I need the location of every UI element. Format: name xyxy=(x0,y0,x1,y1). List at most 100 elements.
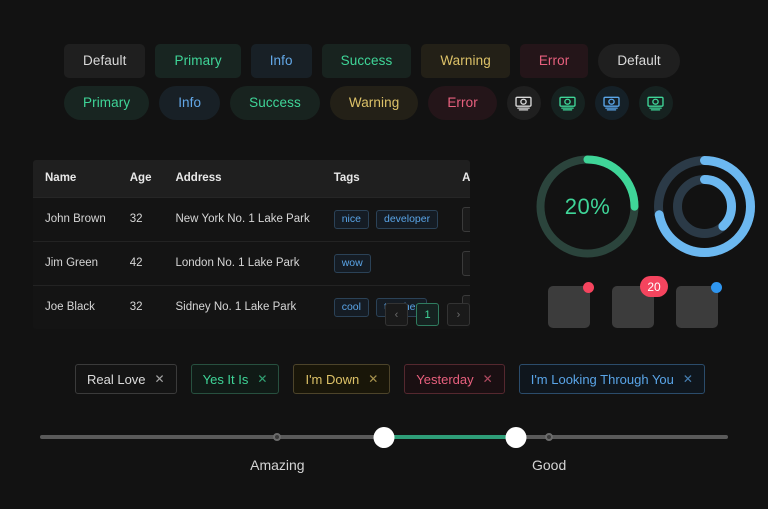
badge-area: 20 xyxy=(548,276,722,328)
button-label: Error xyxy=(447,95,478,111)
cell-age: 32 xyxy=(117,197,164,242)
slider-handle-0[interactable] xyxy=(373,427,395,448)
cell-address: London No. 1 Lake Park xyxy=(163,241,322,286)
circle-progress-dashboard xyxy=(648,150,761,263)
badge-placeholder-box xyxy=(548,286,590,328)
pill-button-info-1[interactable]: Info xyxy=(159,86,221,120)
cell-tags: nice developer xyxy=(321,197,451,242)
pill-button-error-4[interactable]: Error xyxy=(428,86,497,120)
slider-mark-label-1: Good xyxy=(531,457,567,473)
closable-tag-4[interactable]: I'm Looking Through You ✕ xyxy=(518,364,705,394)
tag-wow[interactable]: wow xyxy=(333,253,371,273)
icon-button-money-3[interactable] xyxy=(638,86,673,120)
cell-address: New York No. 1 Lake Park xyxy=(163,197,322,242)
icon-button-money-2[interactable] xyxy=(594,86,629,120)
slider-handle-1[interactable] xyxy=(505,427,527,448)
closable-tag-label: Real Love xyxy=(87,371,146,387)
closable-tag-0[interactable]: Real Love ✕ xyxy=(75,364,177,394)
button-success-3[interactable]: Success xyxy=(321,44,412,78)
tag-developer[interactable]: developer xyxy=(375,209,439,229)
button-primary-1[interactable]: Primary xyxy=(155,44,241,78)
column-header-tags: Tags xyxy=(321,160,451,198)
tag-list: wow xyxy=(333,253,438,273)
button-info-2[interactable]: Info xyxy=(250,44,312,78)
button-label: Default xyxy=(83,53,127,69)
icon-button-money-1[interactable] xyxy=(550,86,585,120)
close-icon[interactable]: ✕ xyxy=(483,373,493,385)
button-row-round: Primary Info Success Warning Error xyxy=(64,86,673,120)
button-label: Info xyxy=(178,95,202,111)
money-icon xyxy=(603,96,620,111)
column-header-address: Address xyxy=(163,160,322,198)
badge-placeholder-box xyxy=(676,286,718,328)
table-row: Jim Green42London No. 1 Lake Park wow Send… xyxy=(33,241,470,286)
pagination-prev-button[interactable]: ‹ xyxy=(385,303,408,326)
closable-tag-2[interactable]: I'm Down ✕ xyxy=(293,364,391,394)
money-icon xyxy=(515,96,532,111)
button-label: Primary xyxy=(174,53,222,69)
slider-mark-label-0: Amazing xyxy=(250,457,305,473)
button-label: Primary xyxy=(83,95,131,111)
closable-tag-label: Yesterday xyxy=(416,371,474,387)
button-label: Success xyxy=(340,53,393,69)
status-badge-count: 20 xyxy=(640,276,668,297)
app-surface: Default Primary Info Success Warning Error Def… xyxy=(0,0,768,509)
cell-name: John Brown xyxy=(33,197,118,242)
progress-area: 20% xyxy=(525,150,755,268)
cell-action: Send Email xyxy=(450,197,470,242)
icon-button-money-0[interactable] xyxy=(506,86,541,120)
closable-tag-3[interactable]: Yesterday ✕ xyxy=(404,364,505,394)
button-label: Error xyxy=(538,53,570,69)
table-header-row: Name Age Address Tags Action xyxy=(33,160,470,198)
closable-tag-label: I'm Looking Through You xyxy=(530,371,674,387)
pagination: ‹ 1 › xyxy=(33,303,470,326)
button-warning-4[interactable]: Warning xyxy=(421,44,510,78)
close-icon[interactable]: ✕ xyxy=(368,373,378,385)
table-header: Name Age Address Tags Action xyxy=(33,160,470,198)
status-badge-dot xyxy=(583,282,594,293)
column-header-age: Age xyxy=(117,160,164,198)
close-icon[interactable]: ✕ xyxy=(155,373,165,385)
button-label: Info xyxy=(269,53,293,69)
pagination-next-button[interactable]: › xyxy=(447,303,470,326)
tag-nice[interactable]: nice xyxy=(333,209,369,229)
cell-action: Send Email xyxy=(450,241,470,286)
pill-button-warning-3[interactable]: Warning xyxy=(329,86,419,120)
button-row-square: Default Primary Info Success Warning Error Def… xyxy=(64,44,680,78)
column-header-name: Name xyxy=(33,160,118,198)
button-default-0[interactable]: Default xyxy=(64,44,146,78)
closable-tag-label: Yes It Is xyxy=(202,371,249,387)
badge-item-1[interactable]: 20 xyxy=(612,276,668,328)
cell-name: Jim Green xyxy=(33,241,118,286)
slider-mark-1[interactable] xyxy=(545,433,554,441)
close-icon[interactable]: ✕ xyxy=(683,373,693,385)
closable-tag-row: Real Love ✕ Yes It Is ✕ I'm Down ✕ Yesterday ✕ I… xyxy=(75,364,705,394)
closable-tag-label: I'm Down xyxy=(305,371,360,387)
status-badge-dot xyxy=(711,282,722,293)
button-error-5[interactable]: Error xyxy=(519,44,589,78)
column-header-action: Action xyxy=(450,160,470,198)
money-icon xyxy=(559,96,576,111)
send-email-button[interactable]: Send Email xyxy=(462,250,470,276)
progress-percent-label: 20% xyxy=(564,193,611,219)
table-row: John Brown 32 New York No. 1 Lake Park nice… xyxy=(33,197,470,242)
button-label: Warning xyxy=(348,95,400,111)
slider-mark-0[interactable] xyxy=(273,433,282,441)
pill-button-primary-0[interactable]: Primary xyxy=(64,86,150,120)
cell-tags: wow xyxy=(321,241,451,286)
button-label: Success xyxy=(249,95,301,111)
close-icon[interactable]: ✕ xyxy=(257,373,267,385)
send-email-button[interactable]: Send Email xyxy=(462,206,470,232)
range-slider[interactable]: Amazing Good xyxy=(40,425,728,485)
tag-list: nice developer xyxy=(333,209,439,229)
badge-item-2[interactable] xyxy=(676,282,722,328)
button-default-6[interactable]: Default xyxy=(598,44,680,78)
closable-tag-1[interactable]: Yes It Is ✕ xyxy=(190,364,280,394)
pagination-page-1[interactable]: 1 xyxy=(416,303,439,326)
badge-item-0[interactable] xyxy=(548,282,594,328)
button-label: Warning xyxy=(440,53,491,69)
cell-age: 42 xyxy=(117,241,164,286)
button-label: Default xyxy=(617,53,661,69)
money-icon xyxy=(647,96,664,111)
pill-button-success-2[interactable]: Success xyxy=(230,86,320,120)
